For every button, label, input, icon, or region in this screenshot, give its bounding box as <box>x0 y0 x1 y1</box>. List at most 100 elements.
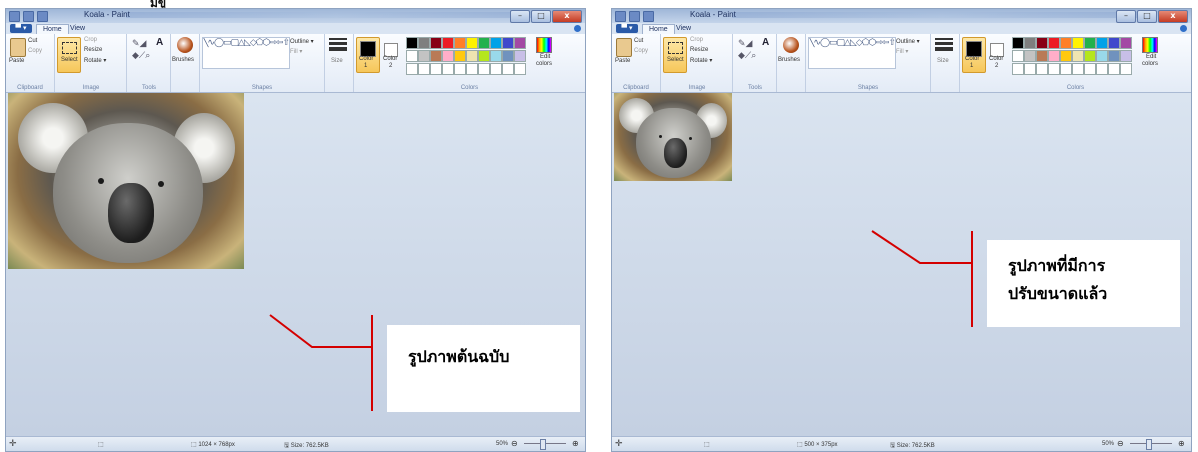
paint-menu-button[interactable]: ▀ ▾ <box>616 24 638 33</box>
palette-color-swatch[interactable] <box>490 37 502 49</box>
edit-colors-label1[interactable]: Edit <box>540 54 550 60</box>
paint-app-icon[interactable] <box>9 11 20 22</box>
paste-icon[interactable] <box>616 38 632 57</box>
palette-color-swatch[interactable] <box>430 37 442 49</box>
palette-color-swatch[interactable] <box>1120 37 1132 49</box>
palette-color-swatch[interactable] <box>1024 63 1036 75</box>
save-icon[interactable] <box>629 11 640 22</box>
help-icon[interactable] <box>574 25 581 32</box>
text-tool-icon[interactable]: A <box>156 37 163 48</box>
outline-button[interactable]: Outline ▾ <box>896 38 920 45</box>
palette-color-swatch[interactable] <box>1072 63 1084 75</box>
zoom-slider-thumb[interactable] <box>1146 439 1152 450</box>
brushes-button[interactable]: Brushes <box>778 57 800 63</box>
palette-color-swatch[interactable] <box>514 50 526 62</box>
palette-color-swatch[interactable] <box>1072 50 1084 62</box>
palette-color-swatch[interactable] <box>1108 37 1120 49</box>
tab-view[interactable]: View <box>64 24 91 34</box>
tab-view[interactable]: View <box>670 24 697 34</box>
undo-icon[interactable] <box>37 11 48 22</box>
palette-color-swatch[interactable] <box>502 50 514 62</box>
zoom-in-icon[interactable]: ⊕ <box>1178 439 1185 448</box>
palette-color-swatch[interactable] <box>406 37 418 49</box>
brush-icon[interactable] <box>783 37 799 53</box>
select-button[interactable] <box>57 37 81 73</box>
palette-color-swatch[interactable] <box>418 37 430 49</box>
rotate-button[interactable]: Rotate ▾ <box>690 57 712 64</box>
palette-color-swatch[interactable] <box>1120 50 1132 62</box>
brushes-button[interactable]: Brushes <box>172 57 194 63</box>
palette-color-swatch[interactable] <box>1096 63 1108 75</box>
resize-button[interactable]: Resize <box>84 47 102 53</box>
edit-colors-icon[interactable] <box>536 37 552 53</box>
maximize-button[interactable]: □ <box>1137 10 1157 23</box>
edit-colors-icon[interactable] <box>1142 37 1158 53</box>
help-icon[interactable] <box>1180 25 1187 32</box>
zoom-out-icon[interactable]: ⊖ <box>511 439 518 448</box>
eraser-icon[interactable]: ◆⟋⌕ <box>738 50 756 61</box>
crop-button[interactable]: Crop <box>690 37 703 43</box>
palette-color-swatch[interactable] <box>442 50 454 62</box>
palette-color-swatch[interactable] <box>1060 37 1072 49</box>
palette-color-swatch[interactable] <box>1096 37 1108 49</box>
palette-color-swatch[interactable] <box>1072 37 1084 49</box>
resize-button[interactable]: Resize <box>690 47 708 53</box>
palette-color-swatch[interactable] <box>1084 50 1096 62</box>
palette-color-swatch[interactable] <box>490 63 502 75</box>
palette-color-swatch[interactable] <box>1012 50 1024 62</box>
fill-button[interactable]: Fill ▾ <box>896 48 908 55</box>
palette-color-swatch[interactable] <box>1036 63 1048 75</box>
zoom-in-icon[interactable]: ⊕ <box>572 439 579 448</box>
rotate-button[interactable]: Rotate ▾ <box>84 57 106 64</box>
palette-color-swatch[interactable] <box>502 37 514 49</box>
palette-color-swatch[interactable] <box>1024 37 1036 49</box>
palette-color-swatch[interactable] <box>1084 63 1096 75</box>
line-size-icon[interactable] <box>329 38 347 52</box>
palette-color-swatch[interactable] <box>502 63 514 75</box>
edit-colors-label2[interactable]: colors <box>536 61 552 67</box>
palette-color-swatch[interactable] <box>1120 63 1132 75</box>
palette-color-swatch[interactable] <box>1012 37 1024 49</box>
text-tool-icon[interactable]: A <box>762 37 769 48</box>
size-button[interactable]: Size <box>937 58 949 64</box>
palette-color-swatch[interactable] <box>1096 50 1108 62</box>
palette-color-swatch[interactable] <box>454 37 466 49</box>
edit-colors-label2[interactable]: colors <box>1142 61 1158 67</box>
palette-color-swatch[interactable] <box>466 50 478 62</box>
zoom-out-icon[interactable]: ⊖ <box>1117 439 1124 448</box>
palette-color-swatch[interactable] <box>1108 63 1120 75</box>
palette-color-swatch[interactable] <box>466 37 478 49</box>
undo-icon[interactable] <box>643 11 654 22</box>
palette-color-swatch[interactable] <box>1060 63 1072 75</box>
palette-color-swatch[interactable] <box>478 37 490 49</box>
koala-image-resized[interactable] <box>614 93 732 181</box>
koala-image-original[interactable] <box>8 93 244 269</box>
paste-icon[interactable] <box>10 38 26 57</box>
pencil-icon[interactable]: ✎◢ <box>738 38 752 49</box>
palette-color-swatch[interactable] <box>406 63 418 75</box>
size-button[interactable]: Size <box>331 58 343 64</box>
palette-color-swatch[interactable] <box>1108 50 1120 62</box>
palette-color-swatch[interactable] <box>1084 37 1096 49</box>
cut-button[interactable]: Cut <box>28 38 37 44</box>
palette-color-swatch[interactable] <box>406 50 418 62</box>
palette-color-swatch[interactable] <box>430 63 442 75</box>
palette-color-swatch[interactable] <box>514 63 526 75</box>
select-button[interactable] <box>663 37 687 73</box>
drawing-area[interactable]: รูปภาพที่มีการ ปรับขนาดแล้ว <box>612 93 1191 437</box>
palette-color-swatch[interactable] <box>1036 50 1048 62</box>
save-icon[interactable] <box>23 11 34 22</box>
palette-color-swatch[interactable] <box>1012 63 1024 75</box>
palette-color-swatch[interactable] <box>454 50 466 62</box>
maximize-button[interactable]: □ <box>531 10 551 23</box>
color1-button[interactable] <box>356 37 380 73</box>
palette-color-swatch[interactable] <box>478 63 490 75</box>
palette-color-swatch[interactable] <box>1048 50 1060 62</box>
minimize-button[interactable]: – <box>510 10 530 23</box>
edit-colors-label1[interactable]: Edit <box>1146 54 1156 60</box>
color1-button[interactable] <box>962 37 986 73</box>
palette-color-swatch[interactable] <box>478 50 490 62</box>
minimize-button[interactable]: – <box>1116 10 1136 23</box>
copy-button[interactable]: Copy <box>634 48 648 54</box>
pencil-icon[interactable]: ✎◢ <box>132 38 146 49</box>
